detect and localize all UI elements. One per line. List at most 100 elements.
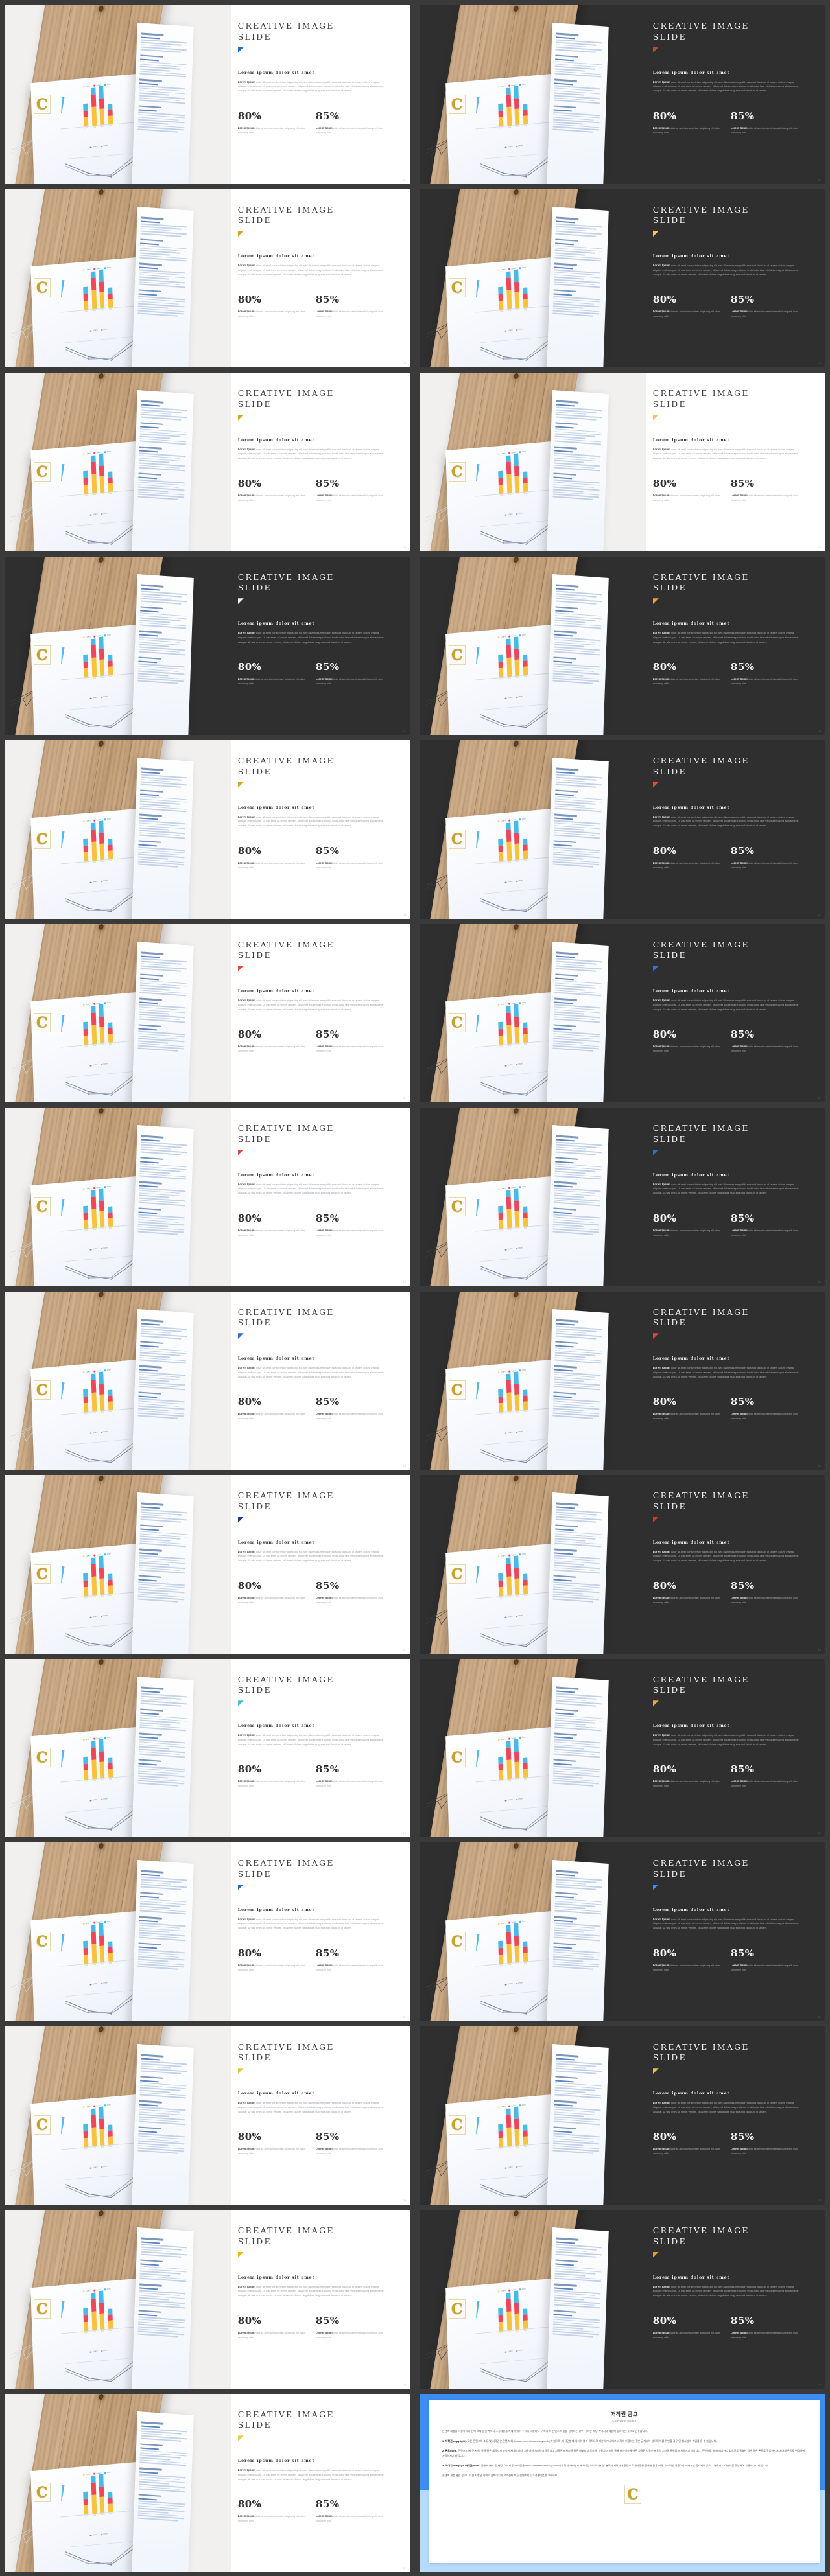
legend-swatch — [82, 1188, 85, 1190]
legend-label: Lorem — [501, 636, 506, 639]
bar-group — [59, 820, 137, 864]
bar-column — [522, 470, 528, 492]
slide-thumbnail-21[interactable]: Lorem Ipsum Dolor 2015 2016 2017 2018 Lorem Ipsu… — [5, 1842, 410, 2021]
x-tick-label: 2018 — [108, 125, 112, 127]
bar-column — [522, 1573, 528, 1594]
slide-thumbnail-13[interactable]: Lorem Ipsum Dolor 2015 2016 2017 2018 Lorem Ipsu… — [5, 1108, 410, 1286]
x-tick-label: 2015 — [84, 679, 88, 680]
slide-title: CREATIVE IMAGE SLIDE — [237, 1674, 335, 1695]
slide-thumbnail-18[interactable]: Lorem Ipsum Dolor 2015 2016 2017 2018 Lorem Ipsu… — [420, 1475, 825, 1654]
slide-subtitle: Lorem ipsum dolor sit amet — [652, 437, 730, 443]
slide-thumbnail-24[interactable]: Lorem Ipsum Dolor 2015 2016 2017 2018 Lorem Ipsu… — [420, 2026, 825, 2205]
legend-swatch — [104, 2472, 106, 2474]
bar-segment — [91, 841, 97, 861]
slide-thumbnail-23[interactable]: Lorem Ipsum Dolor 2015 2016 2017 2018 Lorem Ipsu… — [5, 2026, 410, 2205]
bar-column — [505, 1558, 512, 1595]
slide-thumbnail-10[interactable]: Lorem Ipsum Dolor 2015 2016 2017 2018 Lorem Ipsu… — [420, 740, 825, 919]
bar-column — [514, 820, 520, 860]
legend-label: Dolor — [106, 1736, 111, 1739]
slide-thumbnail-2[interactable]: Lorem Ipsum Dolor 2015 2016 2017 2018 Lorem Ipsu… — [420, 5, 825, 184]
section-heading-line — [556, 1686, 579, 1690]
slide-thumbnail-8[interactable]: Lorem Ipsum Dolor 2015 2016 2017 2018 Lorem Ipsu… — [420, 556, 825, 735]
legend-item: Lorem — [89, 1248, 97, 1251]
slide-thumbnail-20[interactable]: Lorem Ipsum Dolor 2015 2016 2017 2018 Lorem Ipsu… — [420, 1658, 825, 1837]
x-tick-label: 2018 — [523, 1595, 527, 1597]
accent-flag-icon — [237, 598, 244, 605]
bar-column — [90, 823, 97, 861]
bar-column — [90, 1741, 97, 1780]
accent-line — [140, 2446, 159, 2450]
legend-label: Lorem — [86, 2473, 91, 2476]
stats-row: 80% Lorem Ipsum dolor sit amet consectetu… — [238, 110, 394, 135]
bar-segment — [90, 1558, 96, 1565]
section-heading-line — [139, 2467, 162, 2471]
slide-thumbnail-5[interactable]: Lorem Ipsum Dolor 2015 2016 2017 2018 Lorem Ipsu… — [5, 373, 410, 551]
slide-body-text: Lorem Ipsum dolor sit amet consectetuer … — [237, 1549, 384, 1562]
bar-segment — [514, 98, 519, 109]
slide-thumbnail-22[interactable]: Lorem Ipsum Dolor 2015 2016 2017 2018 Lorem Ipsu… — [420, 1842, 825, 2021]
bar-column — [83, 1756, 89, 1780]
x-tick-label: 2016 — [92, 861, 97, 863]
stat-caption: Lorem Ipsum dolor sit amet consectetuer … — [652, 1780, 721, 1788]
chart-sheet: Lorem Ipsum Dolor 2015 2016 2017 2018 Lorem Ipsu… — [30, 2462, 143, 2572]
bar-column — [90, 1374, 97, 1412]
section-heading-line — [553, 1942, 576, 1946]
slide-thumbnail-7[interactable]: Lorem Ipsum Dolor 2015 2016 2017 2018 Lorem Ipsu… — [5, 556, 410, 735]
slide-content: CREATIVE IMAGE SLIDE Lorem ipsum dolor sit… — [237, 189, 394, 368]
section-heading-line — [555, 1340, 578, 1344]
legend-swatch — [508, 1003, 511, 1005]
slide-subtitle: Lorem ipsum dolor sit amet — [652, 1356, 730, 1362]
slide-thumbnail-12[interactable]: Lorem Ipsum Dolor 2015 2016 2017 2018 Lorem Ipsu… — [420, 923, 825, 1102]
section-heading-line — [555, 54, 578, 58]
stat-value: 80% — [652, 1947, 677, 1959]
bar-segment — [83, 2308, 88, 2316]
bar-column — [522, 2124, 528, 2146]
slide-thumbnail-27[interactable]: Lorem Ipsum Dolor 2015 2016 2017 2018 Lorem Ipsu… — [5, 2393, 410, 2572]
slide-thumbnail-17[interactable]: Lorem Ipsum Dolor 2015 2016 2017 2018 Lorem Ipsu… — [5, 1475, 410, 1654]
slide-thumbnail-6[interactable]: Lorem Ipsum Dolor 2015 2016 2017 2018 Lorem Ipsu… — [420, 373, 825, 551]
accent-line — [140, 1712, 159, 1715]
x-tick-label: 2016 — [92, 310, 97, 312]
slide-thumbnail-1[interactable]: Lorem Ipsum Dolor 2015 2016 2017 2018 Lorem Ipsu… — [5, 5, 410, 184]
bar-segment — [91, 1209, 97, 1228]
slide-thumbnail-19[interactable]: Lorem Ipsum Dolor 2015 2016 2017 2018 Lorem Ipsu… — [5, 1658, 410, 1837]
slide-thumbnail-15[interactable]: Lorem Ipsum Dolor 2015 2016 2017 2018 Lorem Ipsu… — [5, 1291, 410, 1470]
legend-item: Ipsum — [516, 1798, 523, 1801]
section-heading-line — [553, 289, 576, 293]
document-sheet — [546, 1125, 610, 1286]
slide-thumbnail-4[interactable]: Lorem Ipsum Dolor 2015 2016 2017 2018 Lorem Ipsu… — [420, 189, 825, 367]
slide-thumbnail-3[interactable]: Lorem Ipsum Dolor 2015 2016 2017 2018 Lorem Ipsu… — [5, 189, 410, 368]
slide-thumbnail-11[interactable]: Lorem Ipsum Dolor 2015 2016 2017 2018 Lorem Ipsu… — [5, 923, 410, 1102]
stat-block-1: 80% Lorem Ipsum dolor sit amet consectetu… — [238, 1396, 316, 1421]
x-tick-label: 2015 — [499, 2148, 503, 2150]
legend-item: Ipsum — [101, 329, 108, 331]
x-tick-label: 2017 — [101, 309, 104, 312]
accent-line — [141, 1690, 160, 1693]
x-tick-label: 2018 — [108, 1043, 112, 1046]
desk-photo: Lorem Ipsum Dolor 2015 2016 2017 2018 Lorem Ipsu… — [420, 1108, 647, 1286]
stat-value: 85% — [730, 2314, 755, 2327]
slide-thumbnail-16[interactable]: Lorem Ipsum Dolor 2015 2016 2017 2018 Lorem Ipsu… — [420, 1291, 825, 1470]
line-chart: Lorem Ipsum — [65, 327, 134, 367]
bar-segment — [505, 823, 511, 830]
section-heading-line — [139, 2283, 162, 2287]
stat-caption: Lorem Ipsum dolor sit amet consectetuer … — [237, 2147, 306, 2155]
line-chart: Lorem Ipsum — [480, 1796, 549, 1837]
bar-segment — [83, 668, 89, 678]
section-heading-line — [141, 1686, 164, 1690]
slide-thumbnail-25[interactable]: Lorem Ipsum Dolor 2015 2016 2017 2018 Lorem Ipsu… — [5, 2210, 410, 2389]
accent-line — [555, 977, 574, 980]
bar-column — [83, 2308, 89, 2331]
stat-caption: Lorem Ipsum dolor sit amet consectetuer … — [652, 1228, 721, 1236]
copyright-notice-panel[interactable]: 저작권 공고 Copyright Notice 콘텐츠 제품을 사용하시기 전에 그… — [420, 2393, 825, 2572]
chart-sheet: Lorem Ipsum Dolor 2015 2016 2017 2018 Lorem Ipsu… — [445, 992, 558, 1102]
slide-thumbnail-26[interactable]: Lorem Ipsum Dolor 2015 2016 2017 2018 Lorem Ipsu… — [420, 2210, 825, 2389]
bar-segment — [498, 1036, 504, 1045]
bar-segment — [514, 86, 519, 99]
slide-thumbnail-14[interactable]: Lorem Ipsum Dolor 2015 2016 2017 2018 Lorem Ipsu… — [420, 1108, 825, 1286]
bar-chart: Lorem Ipsum Dolor 2015 2016 2017 2018 — [474, 1183, 552, 1242]
slide-thumbnail-9[interactable]: Lorem Ipsum Dolor 2015 2016 2017 2018 Lorem Ipsu… — [5, 740, 410, 919]
legend-swatch — [508, 636, 511, 638]
section-heading-line — [140, 789, 163, 793]
section-heading-line — [139, 630, 162, 634]
